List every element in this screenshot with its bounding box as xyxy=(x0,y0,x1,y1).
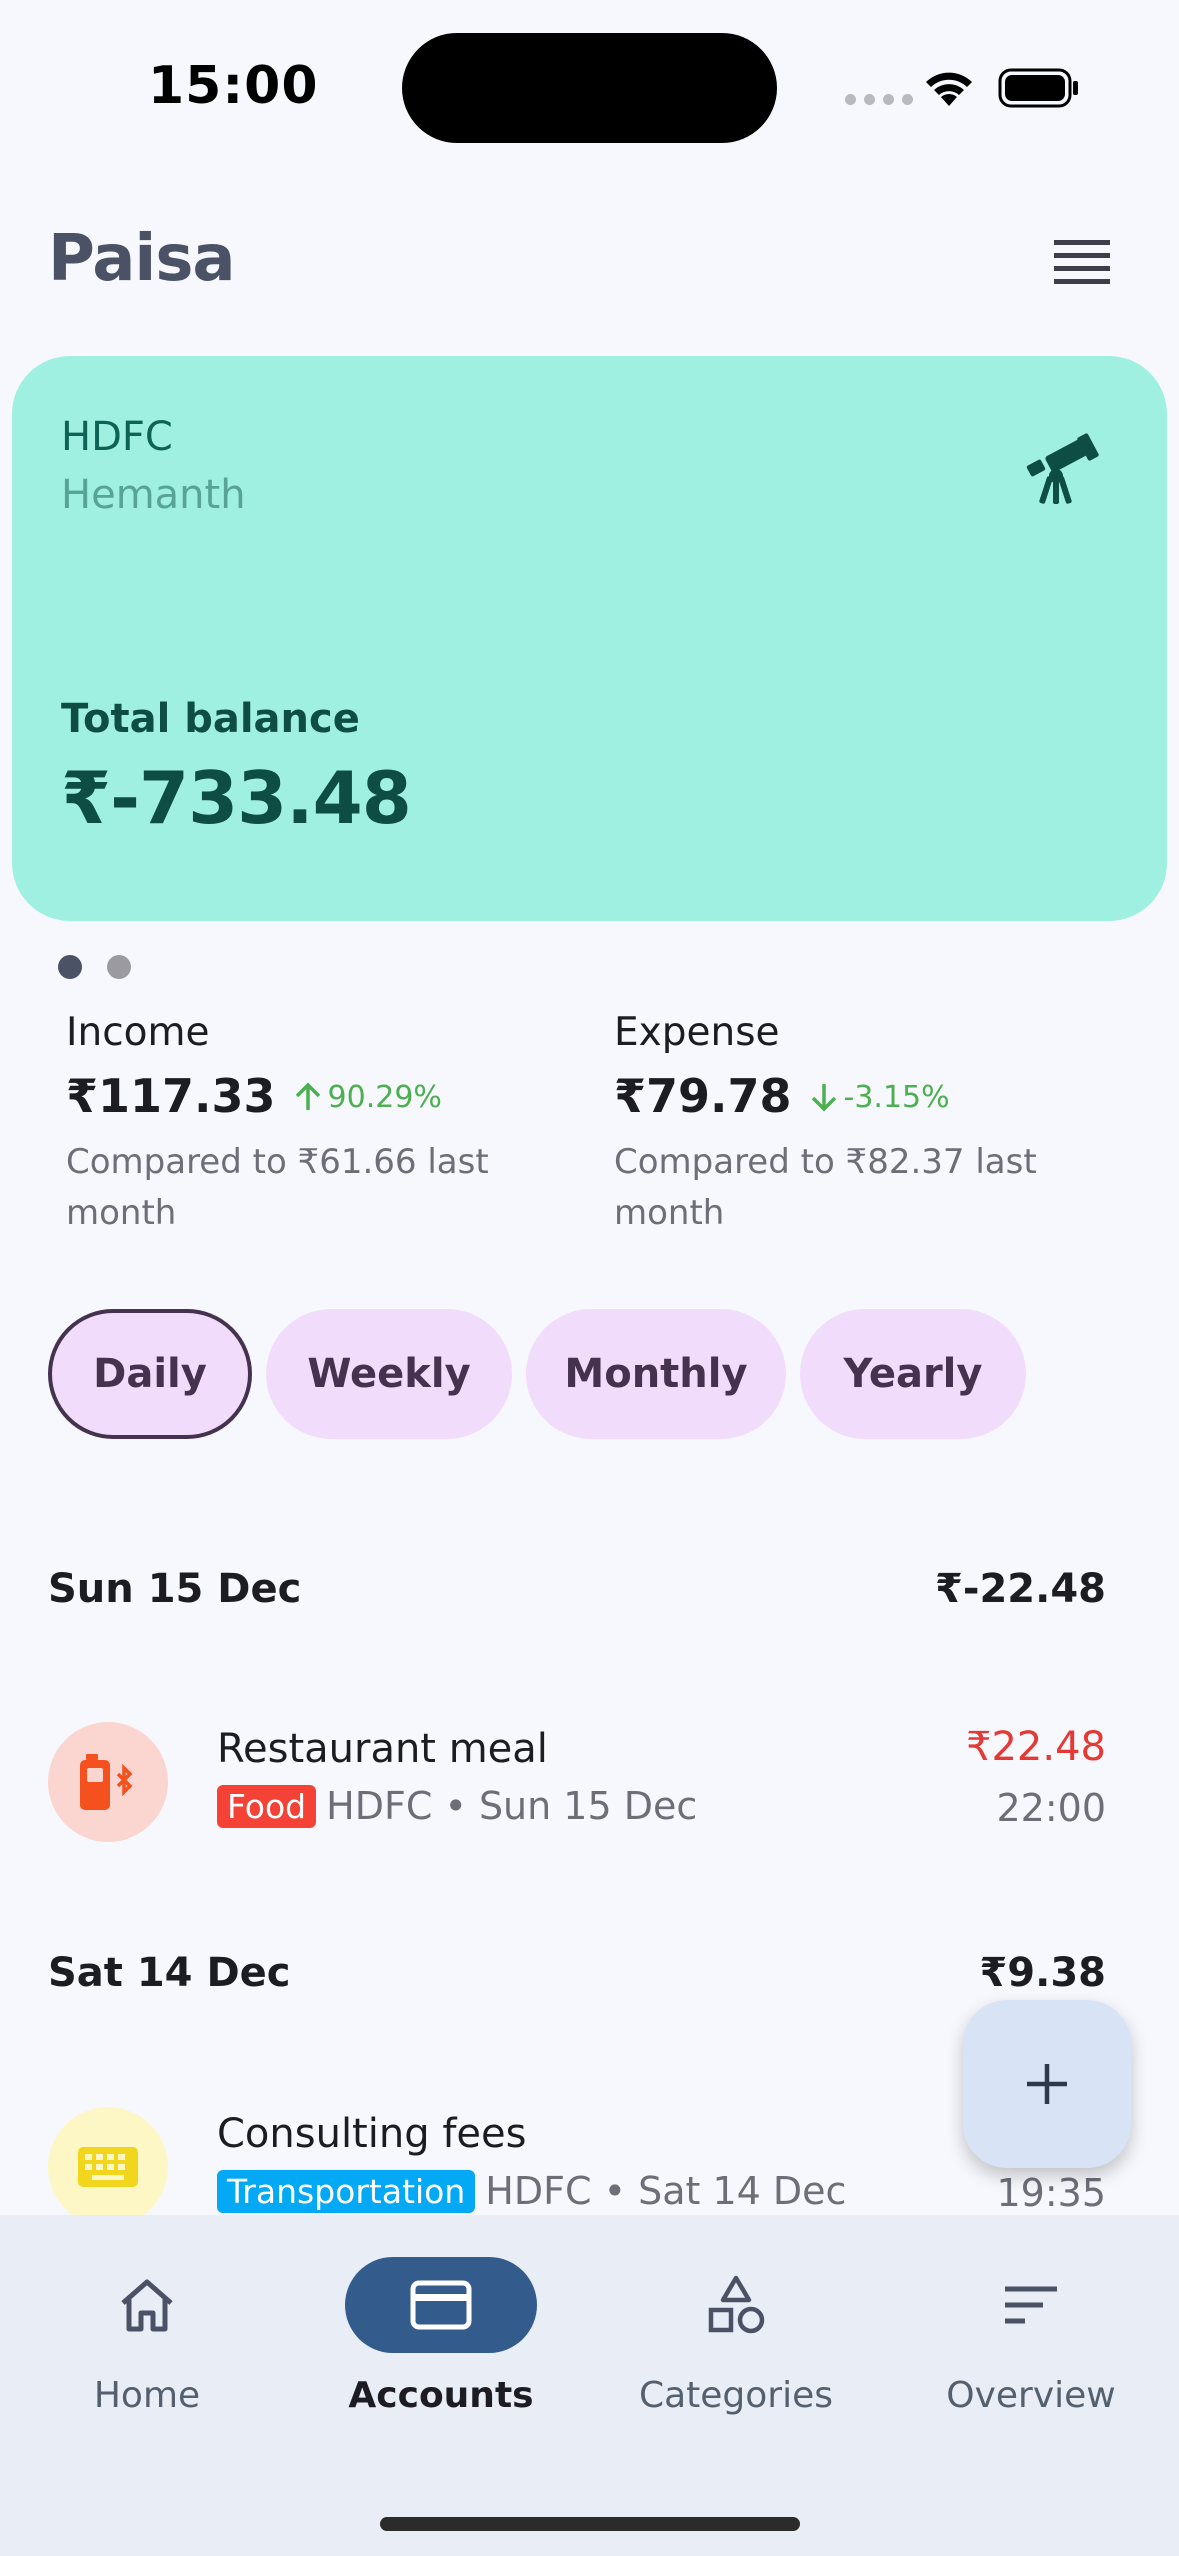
transaction-title: Consulting fees xyxy=(217,2111,527,2157)
nav-home-label: Home xyxy=(93,2375,201,2416)
account-card[interactable]: HDFC Hemanth Total balance ₹-733.48 xyxy=(12,356,1167,921)
arrow-down-icon xyxy=(811,1084,836,1112)
expense-label: Expense xyxy=(614,1010,780,1055)
home-icon xyxy=(121,2279,173,2332)
expense-summary: Expense ₹79.78 -3.15% Compared to ₹82.37… xyxy=(614,1010,1104,1239)
battery-bluetooth-icon xyxy=(48,1722,168,1842)
nav-home[interactable]: Home xyxy=(27,2257,267,2416)
dynamic-island xyxy=(402,33,777,143)
card-pager-indicator xyxy=(58,955,131,979)
plus-icon xyxy=(1027,2064,1067,2104)
arrow-up-icon xyxy=(295,1082,320,1110)
transaction-item[interactable]: Restaurant meal Food HDFC • Sun 15 Dec ₹… xyxy=(48,1722,1106,1852)
transaction-item[interactable]: Consulting fees Transportation HDFC • Sa… xyxy=(48,2107,1106,2215)
wifi-icon xyxy=(926,72,972,106)
battery-icon xyxy=(998,68,1078,108)
home-indicator xyxy=(380,2517,800,2531)
add-transaction-button[interactable] xyxy=(963,2000,1131,2168)
nav-categories[interactable]: Categories xyxy=(616,2257,856,2416)
bottom-navigation: Home Accounts Categories Overview xyxy=(0,2215,1179,2556)
expense-amount: ₹79.78 xyxy=(614,1069,792,1123)
shapes-icon xyxy=(708,2275,765,2334)
nav-overview-label: Overview xyxy=(946,2375,1116,2416)
income-summary: Income ₹117.33 90.29% Compared to ₹61.66… xyxy=(66,1010,556,1239)
account-bank-name: HDFC xyxy=(61,414,173,460)
pager-dot-active xyxy=(58,955,82,979)
day-date: Sun 15 Dec xyxy=(48,1566,302,1612)
nav-accounts[interactable]: Accounts xyxy=(321,2257,561,2416)
category-tag: Food xyxy=(217,1784,317,1828)
credit-card-icon xyxy=(410,2280,472,2330)
transaction-meta: Food HDFC • Sun 15 Dec xyxy=(217,1784,697,1828)
chip-yearly[interactable]: Yearly xyxy=(800,1309,1026,1439)
day-date: Sat 14 Dec xyxy=(48,1950,291,1996)
sort-lines-icon xyxy=(1005,2286,1057,2324)
telescope-icon xyxy=(1026,433,1099,504)
nav-accounts-label: Accounts xyxy=(348,2375,534,2416)
income-change: 90.29% xyxy=(294,1080,442,1115)
income-amount: ₹117.33 xyxy=(66,1069,276,1123)
menu-icon[interactable] xyxy=(1054,240,1110,284)
screen: 15:00 Paisa HDFC Hemanth Total balance ₹… xyxy=(0,0,1179,2556)
income-comparison: Compared to ₹61.66 last month xyxy=(66,1142,489,1233)
total-balance-value: ₹-733.48 xyxy=(61,756,412,840)
income-change-value: 90.29% xyxy=(327,1079,442,1115)
expense-comparison: Compared to ₹82.37 last month xyxy=(614,1142,1037,1233)
nav-categories-pill xyxy=(640,2257,832,2353)
pager-dot xyxy=(107,955,131,979)
expense-change-value: -3.15% xyxy=(843,1079,950,1115)
income-label: Income xyxy=(66,1010,210,1055)
transaction-time: 22:00 xyxy=(996,1786,1106,1830)
total-balance-label: Total balance xyxy=(61,696,360,742)
nav-accounts-pill xyxy=(345,2257,537,2353)
chip-daily[interactable]: Daily xyxy=(48,1309,252,1439)
category-tag: Transportation xyxy=(217,2169,476,2213)
transaction-time: 19:35 xyxy=(996,2171,1106,2215)
account-holder-name: Hemanth xyxy=(61,472,246,518)
transaction-details: HDFC • Sat 14 Dec xyxy=(485,2169,847,2213)
nav-overview-pill xyxy=(935,2257,1127,2353)
transaction-amount: ₹22.48 xyxy=(966,1724,1106,1770)
expense-change: -3.15% xyxy=(810,1080,950,1115)
day-total: ₹9.38 xyxy=(979,1950,1106,1996)
nav-overview[interactable]: Overview xyxy=(911,2257,1151,2416)
keyboard-icon xyxy=(48,2107,168,2215)
chip-monthly[interactable]: Monthly xyxy=(526,1309,786,1439)
chip-weekly[interactable]: Weekly xyxy=(266,1309,512,1439)
app-title: Paisa xyxy=(48,222,236,296)
transaction-title: Restaurant meal xyxy=(217,1726,548,1772)
transaction-details: HDFC • Sun 15 Dec xyxy=(326,1784,698,1828)
nav-categories-label: Categories xyxy=(638,2375,834,2416)
day-total: ₹-22.48 xyxy=(935,1566,1106,1612)
day-header: Sun 15 Dec ₹-22.48 xyxy=(48,1566,1106,1612)
transaction-meta: Transportation HDFC • Sat 14 Dec xyxy=(217,2169,846,2213)
nav-home-pill xyxy=(51,2257,243,2353)
day-header: Sat 14 Dec ₹9.38 xyxy=(48,1950,1106,1996)
status-time: 15:00 xyxy=(148,56,319,116)
cellular-signal-icon xyxy=(845,94,913,105)
time-filter-chips: Daily Weekly Monthly Yearly xyxy=(48,1309,1026,1439)
